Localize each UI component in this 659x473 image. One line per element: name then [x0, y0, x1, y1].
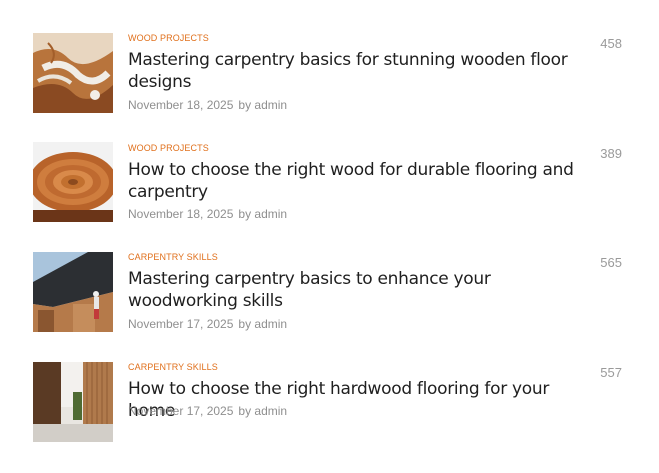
- roofers-on-house-image: [33, 252, 113, 332]
- post-author[interactable]: by admin: [238, 98, 287, 112]
- post-view-count: 389: [600, 146, 622, 161]
- post-thumbnail-entrance[interactable]: [33, 362, 113, 442]
- post-meta: November 17, 2025 by admin: [128, 317, 287, 331]
- post-item: CARPENTRY SKILLS How to choose the right…: [0, 0, 659, 442]
- post-date: November 18, 2025: [128, 207, 234, 221]
- wood-slab-rings-image: [33, 142, 113, 222]
- post-thumbnail-roofers[interactable]: [33, 252, 113, 332]
- wood-slat-entrance-image: [33, 362, 113, 442]
- post-author[interactable]: by admin: [238, 404, 287, 418]
- post-meta: November 17, 2025 by admin: [128, 404, 287, 418]
- post-list: WOOD PROJECTS Mastering carpentry basics…: [0, 0, 659, 473]
- post-category-link[interactable]: WOOD PROJECTS: [128, 143, 209, 154]
- post-date: November 18, 2025: [128, 98, 234, 112]
- post-date: November 17, 2025: [128, 404, 234, 418]
- post-category-link[interactable]: CARPENTRY SKILLS: [128, 362, 218, 373]
- post-author[interactable]: by admin: [238, 207, 287, 221]
- post-title-link[interactable]: How to choose the right wood for durable…: [128, 159, 598, 203]
- post-category-link[interactable]: CARPENTRY SKILLS: [128, 252, 218, 263]
- post-date: November 17, 2025: [128, 317, 234, 331]
- post-meta: November 18, 2025 by admin: [128, 207, 287, 221]
- post-title-link[interactable]: Mastering carpentry basics to enhance yo…: [128, 268, 598, 312]
- post-meta: November 18, 2025 by admin: [128, 98, 287, 112]
- post-author[interactable]: by admin: [238, 317, 287, 331]
- post-view-count: 557: [600, 365, 622, 380]
- post-view-count: 565: [600, 255, 622, 270]
- post-thumbnail-wood-slab[interactable]: [33, 142, 113, 222]
